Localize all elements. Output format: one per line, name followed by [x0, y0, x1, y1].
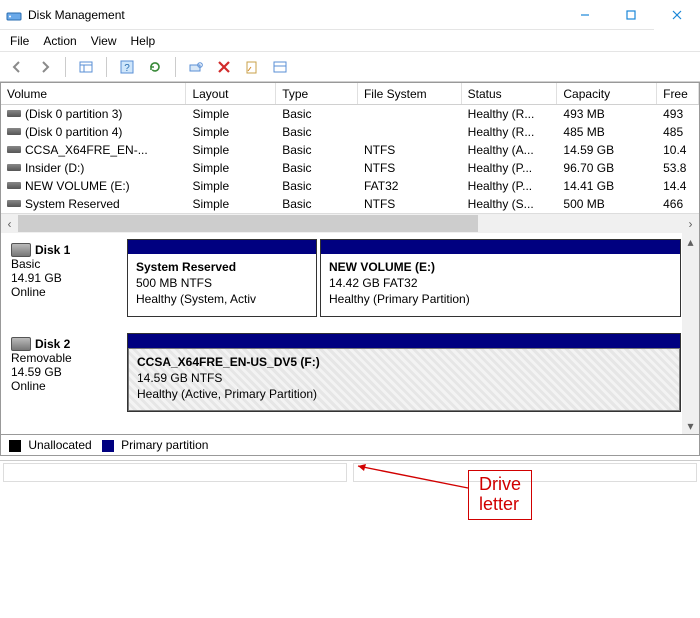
menu-file[interactable]: File	[10, 34, 29, 48]
menu-view[interactable]: View	[91, 34, 117, 48]
volume-list: Volume Layout Type File System Status Ca…	[0, 82, 700, 233]
volume-icon	[7, 182, 21, 189]
partition-name: CCSA_X64FRE_EN-US_DV5 (F:)	[137, 354, 671, 370]
legend-unallocated: Unallocated	[9, 438, 92, 452]
disk-info[interactable]: Disk 2Removable14.59 GBOnline	[7, 333, 127, 413]
legend-swatch-unallocated	[9, 440, 21, 452]
app-icon	[6, 7, 22, 23]
partition-color-bar	[128, 334, 680, 348]
scroll-right-icon[interactable]: ›	[682, 215, 699, 232]
back-button[interactable]	[6, 56, 28, 78]
partition-status: Healthy (System, Activ	[136, 291, 308, 307]
scroll-left-icon[interactable]: ‹	[1, 215, 18, 232]
refresh-button[interactable]	[144, 56, 166, 78]
disk-state: Online	[11, 285, 123, 299]
toolbar-separator	[65, 57, 66, 77]
disk-label: Disk 1	[35, 243, 70, 257]
disk-kind: Removable	[11, 351, 123, 365]
menu-help[interactable]: Help	[131, 34, 156, 48]
volume-icon	[7, 146, 21, 153]
volume-icon	[7, 200, 21, 207]
drive-icon	[11, 337, 31, 351]
disk-state: Online	[11, 379, 123, 393]
scroll-up-icon[interactable]: ▴	[682, 233, 699, 250]
partition[interactable]: NEW VOLUME (E:)14.42 GB FAT32Healthy (Pr…	[320, 239, 681, 317]
toolbar-separator	[106, 57, 107, 77]
annotation-text: letter	[479, 495, 521, 515]
scroll-down-icon[interactable]: ▾	[682, 417, 699, 434]
table-row[interactable]: Insider (D:)SimpleBasicNTFSHealthy (P...…	[1, 159, 699, 177]
horizontal-scrollbar[interactable]: ‹ ›	[1, 213, 699, 233]
settings-button[interactable]	[269, 56, 291, 78]
disk-size: 14.91 GB	[11, 271, 123, 285]
disk-row: Disk 2Removable14.59 GBOnlineCCSA_X64FRE…	[7, 333, 699, 413]
drive-icon	[11, 243, 31, 257]
column-layout[interactable]: Layout	[186, 83, 276, 104]
legend-swatch-primary	[102, 440, 114, 452]
status-panel	[3, 463, 347, 482]
disk-graphical-view: Disk 1Basic14.91 GBOnlineSystem Reserved…	[0, 233, 700, 435]
titlebar: Disk Management	[0, 0, 700, 30]
disk-info[interactable]: Disk 1Basic14.91 GBOnline	[7, 239, 127, 317]
svg-text:?: ?	[124, 63, 130, 74]
column-volume[interactable]: Volume	[1, 83, 186, 104]
partition-color-bar	[128, 240, 316, 254]
legend-label: Unallocated	[28, 438, 91, 452]
table-header: Volume Layout Type File System Status Ca…	[1, 83, 699, 105]
minimize-button[interactable]	[562, 0, 608, 30]
partition[interactable]: CCSA_X64FRE_EN-US_DV5 (F:)14.59 GB NTFSH…	[127, 333, 681, 413]
partition[interactable]: System Reserved500 MB NTFSHealthy (Syste…	[127, 239, 317, 317]
window-title: Disk Management	[28, 8, 125, 22]
delete-button[interactable]	[213, 56, 235, 78]
properties-button[interactable]	[241, 56, 263, 78]
partition-size: 14.59 GB NTFS	[137, 370, 671, 386]
column-status[interactable]: Status	[462, 83, 558, 104]
legend-primary: Primary partition	[102, 438, 209, 452]
vertical-scrollbar[interactable]: ▴ ▾	[682, 233, 699, 434]
statusbar	[0, 460, 700, 484]
partition-status: Healthy (Primary Partition)	[329, 291, 672, 307]
column-free[interactable]: Free	[657, 83, 699, 104]
disk-label: Disk 2	[35, 337, 70, 351]
disk-row: Disk 1Basic14.91 GBOnlineSystem Reserved…	[7, 239, 699, 317]
partition-color-bar	[321, 240, 680, 254]
partition-size: 500 MB NTFS	[136, 275, 308, 291]
legend: Unallocated Primary partition	[0, 435, 700, 456]
partition-name: System Reserved	[136, 259, 308, 275]
table-row[interactable]: System ReservedSimpleBasicNTFSHealthy (S…	[1, 195, 699, 213]
partition-status: Healthy (Active, Primary Partition)	[137, 386, 671, 402]
column-type[interactable]: Type	[276, 83, 358, 104]
volume-icon	[7, 110, 21, 117]
menubar: File Action View Help	[0, 30, 700, 52]
partition-size: 14.42 GB FAT32	[329, 275, 672, 291]
maximize-button[interactable]	[608, 0, 654, 30]
forward-button[interactable]	[34, 56, 56, 78]
table-row[interactable]: CCSA_X64FRE_EN-...SimpleBasicNTFSHealthy…	[1, 141, 699, 159]
partition-name: NEW VOLUME (E:)	[329, 259, 672, 275]
column-capacity[interactable]: Capacity	[557, 83, 657, 104]
table-row[interactable]: (Disk 0 partition 4)SimpleBasicHealthy (…	[1, 123, 699, 141]
table-row[interactable]: (Disk 0 partition 3)SimpleBasicHealthy (…	[1, 105, 699, 123]
disk-kind: Basic	[11, 257, 123, 271]
toolbar-separator	[175, 57, 176, 77]
help-button[interactable]: ?	[116, 56, 138, 78]
toolbar: ?	[0, 52, 700, 82]
view-button[interactable]	[75, 56, 97, 78]
volume-icon	[7, 164, 21, 171]
legend-label: Primary partition	[121, 438, 208, 452]
close-button[interactable]	[654, 0, 700, 30]
column-filesystem[interactable]: File System	[358, 83, 462, 104]
disk-size: 14.59 GB	[11, 365, 123, 379]
volume-icon	[7, 128, 21, 135]
scan-button[interactable]	[185, 56, 207, 78]
menu-action[interactable]: Action	[43, 34, 76, 48]
status-panel	[353, 463, 697, 482]
scrollbar-thumb[interactable]	[18, 215, 478, 232]
table-row[interactable]: NEW VOLUME (E:)SimpleBasicFAT32Healthy (…	[1, 177, 699, 195]
